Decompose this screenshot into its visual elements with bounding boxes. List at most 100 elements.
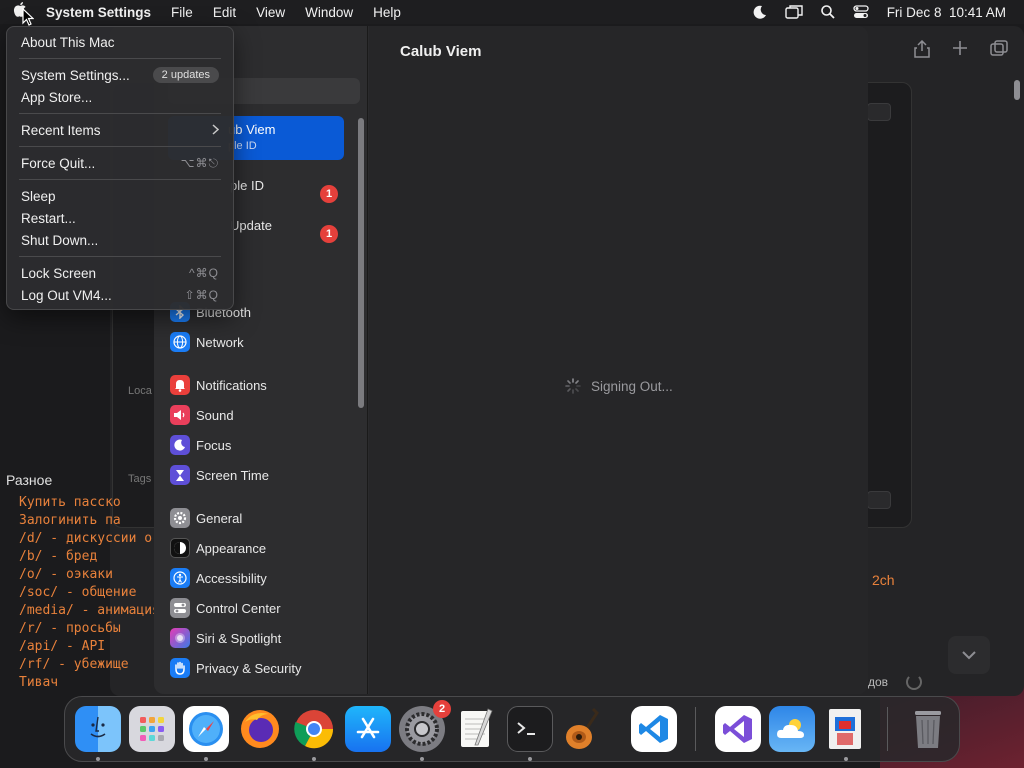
toggles-icon [170, 598, 190, 618]
sidebar-item-network[interactable]: Network [170, 329, 244, 355]
menu-item-label: Recent Items [21, 122, 101, 138]
control-center-icon[interactable] [853, 5, 869, 19]
page-title: Calub Viem [400, 43, 482, 60]
sidebar-item-label: Privacy & Security [196, 660, 302, 676]
menu-item-about-this-mac[interactable]: About This Mac [21, 32, 219, 52]
dock-trash-icon[interactable] [905, 706, 951, 752]
menu-item-force-quit[interactable]: Force Quit... ⌥⌘⎋ [21, 153, 219, 173]
board-link[interactable]: Залогинить па [19, 512, 176, 530]
board-link[interactable]: Тивач [19, 674, 176, 692]
dock-divider [695, 707, 696, 751]
browser-bottom-text: дов [868, 675, 889, 689]
menu-item-system-settings[interactable]: System Settings... 2 updates [21, 65, 219, 85]
panel-field[interactable] [867, 491, 891, 509]
browser-toolbar [914, 39, 1008, 63]
dock-chrome-icon[interactable] [291, 706, 337, 752]
board-link[interactable]: /soc/ - общение [19, 584, 176, 602]
menu-item-recent-items[interactable]: Recent Items [21, 120, 220, 140]
notification-badge: 1 [320, 225, 338, 243]
board-link[interactable]: /media/ - анимация [19, 602, 176, 620]
sidebar-scrollbar[interactable] [358, 118, 364, 408]
sidebar-item-siri-spotlight[interactable]: Siri & Spotlight [170, 625, 281, 651]
menu-help[interactable]: Help [363, 5, 411, 20]
share-icon[interactable] [914, 39, 930, 63]
search-icon[interactable] [820, 5, 835, 19]
sidebar-item-apple-id[interactable]: ple ID [230, 178, 264, 193]
globe-icon [170, 332, 190, 352]
speaker-icon [170, 405, 190, 425]
sidebar-item-focus[interactable]: Focus [170, 432, 231, 458]
sidebar-item-privacy-security[interactable]: Privacy & Security [170, 655, 301, 681]
new-tab-icon[interactable] [952, 40, 968, 63]
clock-datetime[interactable]: Fri Dec 8 10:41 AM [887, 5, 1006, 20]
sidebar-item-appearance[interactable]: Appearance [170, 535, 266, 561]
dock-system-settings-icon[interactable]: 2 [399, 700, 451, 752]
dock-remote-desktop-icon[interactable] [823, 706, 869, 752]
board-link[interactable]: /o/ - оэкаки [19, 566, 176, 584]
dock-textedit-icon[interactable] [453, 706, 499, 752]
dock-safari-icon[interactable] [183, 706, 229, 752]
dock-visual-studio-icon[interactable] [715, 706, 761, 752]
board-list-section: Разное Купить пасско Залогинить па /d/ -… [6, 472, 176, 692]
screen-mirroring-icon[interactable] [784, 5, 803, 19]
menu-window[interactable]: Window [295, 5, 363, 20]
menu-item-label: Restart... [21, 210, 76, 226]
browser-side-text: 2ch [872, 572, 895, 588]
menu-item-label: System Settings... [21, 67, 130, 83]
updates-badge: 2 updates [152, 67, 219, 83]
board-link[interactable]: /rf/ - убежище [19, 656, 176, 674]
running-indicator [528, 757, 532, 761]
siri-icon [170, 628, 190, 648]
sidebar-item-screen-time[interactable]: Screen Time [170, 462, 269, 488]
board-link[interactable]: Купить пасско [19, 494, 176, 512]
sidebar-item-general[interactable]: General [170, 505, 242, 531]
panel-field[interactable] [867, 103, 891, 121]
app-name-menu[interactable]: System Settings [40, 5, 161, 20]
dock-weather-icon[interactable] [769, 706, 815, 752]
sidebar-item-label: Control Center [196, 600, 281, 616]
menu-item-shut-down[interactable]: Shut Down... [21, 230, 219, 250]
menu-item-app-store[interactable]: App Store... [21, 87, 219, 107]
reload-icon[interactable] [906, 674, 922, 690]
chevron-right-icon [212, 122, 220, 138]
menu-edit[interactable]: Edit [203, 5, 246, 20]
menu-bar-extras: Fri Dec 8 10:41 AM [753, 5, 1024, 20]
dock-launchpad-icon[interactable] [129, 706, 175, 752]
board-link[interactable]: /b/ - бред [19, 548, 176, 566]
dock-vscode-icon[interactable] [631, 706, 677, 752]
dock-terminal-icon[interactable] [507, 706, 553, 752]
scroll-down-button[interactable] [948, 636, 990, 674]
running-indicator [420, 757, 424, 761]
menu-bar: System Settings File Edit View Window He… [0, 0, 1024, 24]
menu-separator [19, 256, 221, 257]
sidebar-item-label: Focus [196, 437, 232, 453]
board-link[interactable]: /r/ - просьбы [19, 620, 176, 638]
notification-badge: 1 [320, 185, 338, 203]
menu-separator [19, 179, 221, 180]
board-link[interactable]: /d/ - дискуссии о дв [19, 530, 176, 548]
apple-menu-icon[interactable] [0, 2, 40, 22]
browser-scrollbar[interactable] [1014, 80, 1020, 100]
menu-item-restart[interactable]: Restart... [21, 208, 219, 228]
tab-overview-icon[interactable] [990, 40, 1008, 63]
dock-finder-icon[interactable] [75, 706, 121, 752]
menu-view[interactable]: View [246, 5, 295, 20]
dock-app-store-icon[interactable] [345, 706, 391, 752]
sidebar-item-accessibility[interactable]: Accessibility [170, 565, 267, 591]
menu-file[interactable]: File [161, 5, 203, 20]
sidebar-item-sound[interactable]: Sound [170, 402, 234, 428]
menu-item-log-out[interactable]: Log Out VM4... ⇧⌘Q [21, 285, 219, 305]
panel-label-location: Loca [128, 385, 152, 397]
sidebar-item-software-update[interactable]: Update [230, 218, 272, 233]
menu-item-sleep[interactable]: Sleep [21, 186, 219, 206]
menu-item-lock-screen[interactable]: Lock Screen ^⌘Q [21, 263, 219, 283]
board-link[interactable]: /api/ - API [19, 638, 176, 656]
sidebar-item-control-center[interactable]: Control Center [170, 595, 281, 621]
moon-icon[interactable] [753, 5, 767, 19]
keyboard-shortcut: ⌥⌘⎋ [180, 155, 219, 170]
dock-notification-badge: 2 [433, 700, 451, 718]
sidebar-item-label: Accessibility [196, 570, 267, 586]
dock-firefox-icon[interactable] [237, 706, 283, 752]
dock-garageband-icon[interactable] [561, 706, 607, 752]
sidebar-item-notifications[interactable]: Notifications [170, 372, 267, 398]
